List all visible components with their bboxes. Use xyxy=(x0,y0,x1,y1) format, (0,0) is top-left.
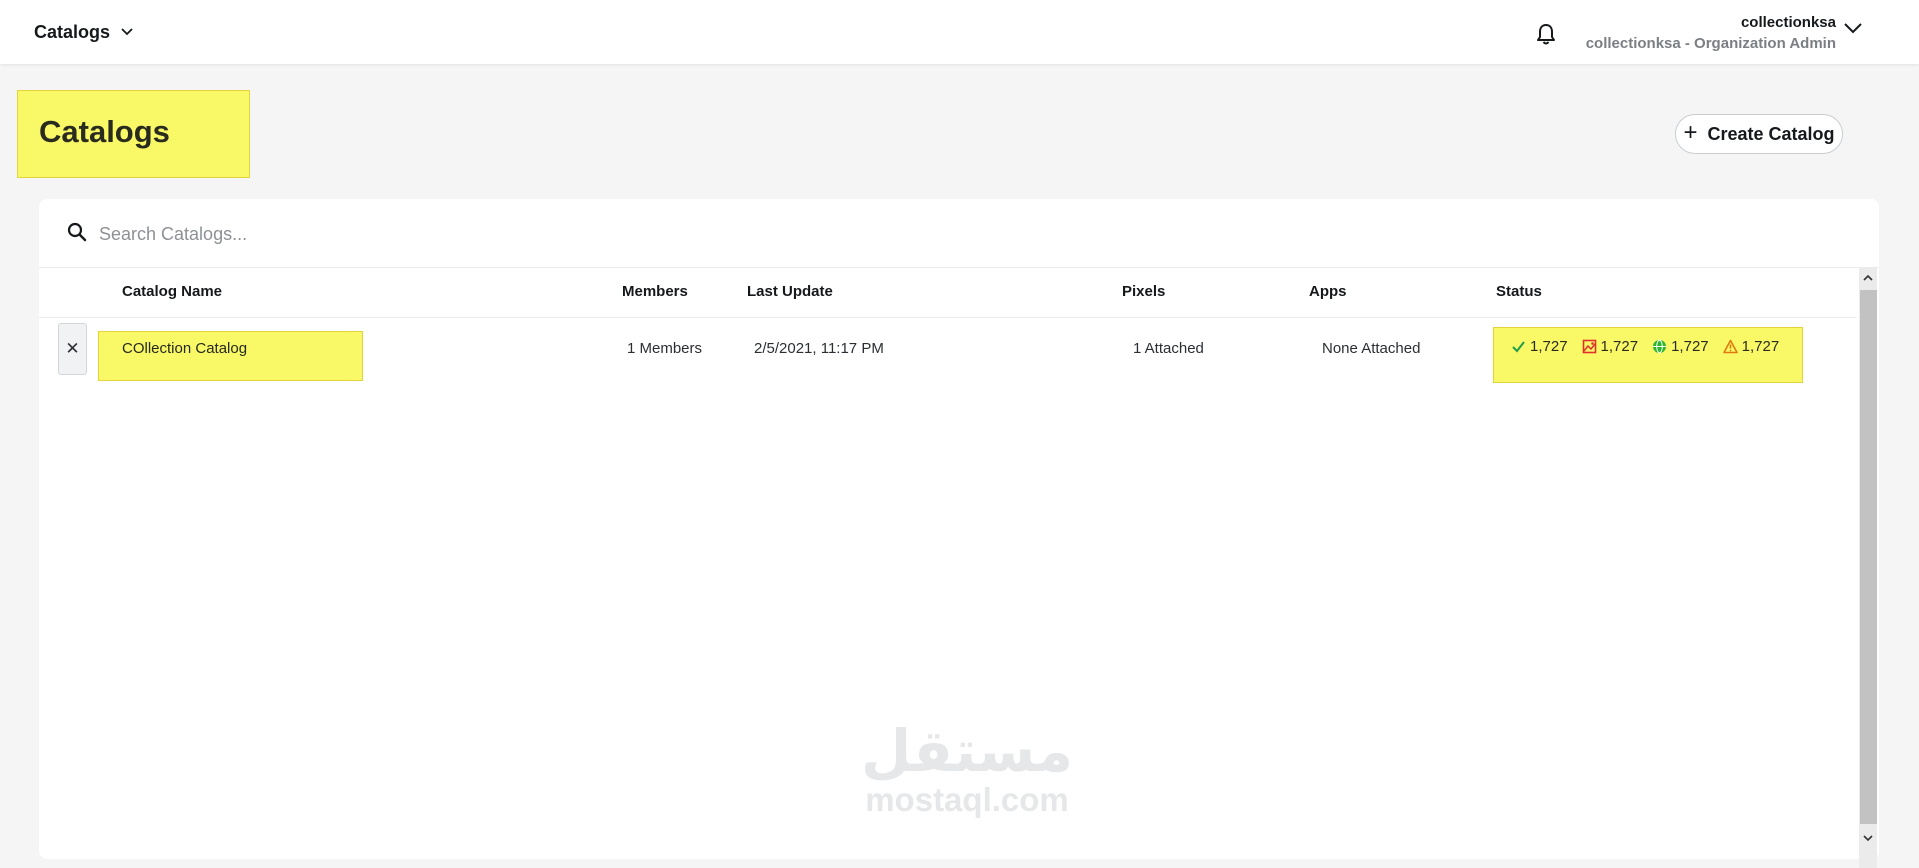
status-approved-count: 1,727 xyxy=(1530,338,1568,355)
globe-icon xyxy=(1653,339,1667,354)
pixels-cell: 1 Attached xyxy=(1133,340,1204,357)
chevron-down-icon xyxy=(121,28,133,36)
catalog-name-link[interactable]: COllection Catalog xyxy=(122,340,247,357)
create-catalog-button[interactable]: + Create Catalog xyxy=(1675,114,1843,154)
nav-dropdown-label: Catalogs xyxy=(34,21,111,42)
status-image-error: 1,727 xyxy=(1582,338,1639,355)
create-catalog-label: Create Catalog xyxy=(1707,123,1835,144)
top-bar: Catalogs collectionksa collectionksa - O… xyxy=(0,0,1919,64)
last-update-cell: 2/5/2021, 11:17 PM xyxy=(754,340,884,357)
bell-icon[interactable] xyxy=(1535,22,1557,46)
scroll-up-arrow-icon[interactable] xyxy=(1863,273,1873,283)
account-name: collectionksa xyxy=(1740,14,1836,31)
column-header-pixels[interactable]: Pixels xyxy=(1122,283,1165,300)
check-icon xyxy=(1512,341,1525,353)
image-error-icon xyxy=(1582,339,1596,354)
page-title: Catalogs xyxy=(39,114,170,149)
column-header-apps[interactable]: Apps xyxy=(1309,283,1347,300)
apps-cell: None Attached xyxy=(1322,340,1421,357)
scrollbar-thumb[interactable] xyxy=(1860,290,1877,824)
account-info[interactable]: collectionksa collectionksa - Organizati… xyxy=(1586,12,1836,54)
members-cell: 1 Members xyxy=(627,340,703,357)
scroll-down-arrow-icon[interactable] xyxy=(1863,833,1873,843)
warning-icon xyxy=(1722,339,1738,354)
status-counts: 1,727 1,727 1,727 1,727 xyxy=(1511,338,1779,355)
search-input[interactable] xyxy=(97,218,801,250)
status-web: 1,727 xyxy=(1652,338,1709,355)
column-header-last-update[interactable]: Last Update xyxy=(747,283,833,300)
status-web-count: 1,727 xyxy=(1671,338,1709,355)
close-icon: ✕ xyxy=(65,339,80,358)
header-divider xyxy=(39,317,1857,318)
row-remove-button[interactable]: ✕ xyxy=(58,323,87,375)
plus-icon: + xyxy=(1683,119,1698,146)
catalogs-card: Catalog Name Members Last Update Pixels … xyxy=(39,199,1879,868)
status-image-error-count: 1,727 xyxy=(1600,338,1639,355)
watermark-latin: mostaql.com xyxy=(865,781,1069,818)
account-chevron-down-icon[interactable] xyxy=(1843,20,1863,36)
status-warning: 1,727 xyxy=(1722,338,1780,355)
watermark-arabic: مستقل xyxy=(860,717,1074,785)
status-approved: 1,727 xyxy=(1511,338,1568,355)
column-header-catalog-name[interactable]: Catalog Name xyxy=(122,283,222,300)
status-warning-count: 1,727 xyxy=(1741,338,1780,355)
column-header-members[interactable]: Members xyxy=(622,283,688,300)
column-header-status[interactable]: Status xyxy=(1496,283,1542,300)
watermark: مستقل mostaql.com xyxy=(847,719,1087,817)
search-icon xyxy=(67,222,87,242)
catalogs-nav-dropdown[interactable]: Catalogs xyxy=(34,20,134,44)
status-highlight-box xyxy=(1493,327,1803,383)
account-role: collectionksa - Organization Admin xyxy=(1585,35,1836,52)
search-bar xyxy=(39,199,1879,268)
